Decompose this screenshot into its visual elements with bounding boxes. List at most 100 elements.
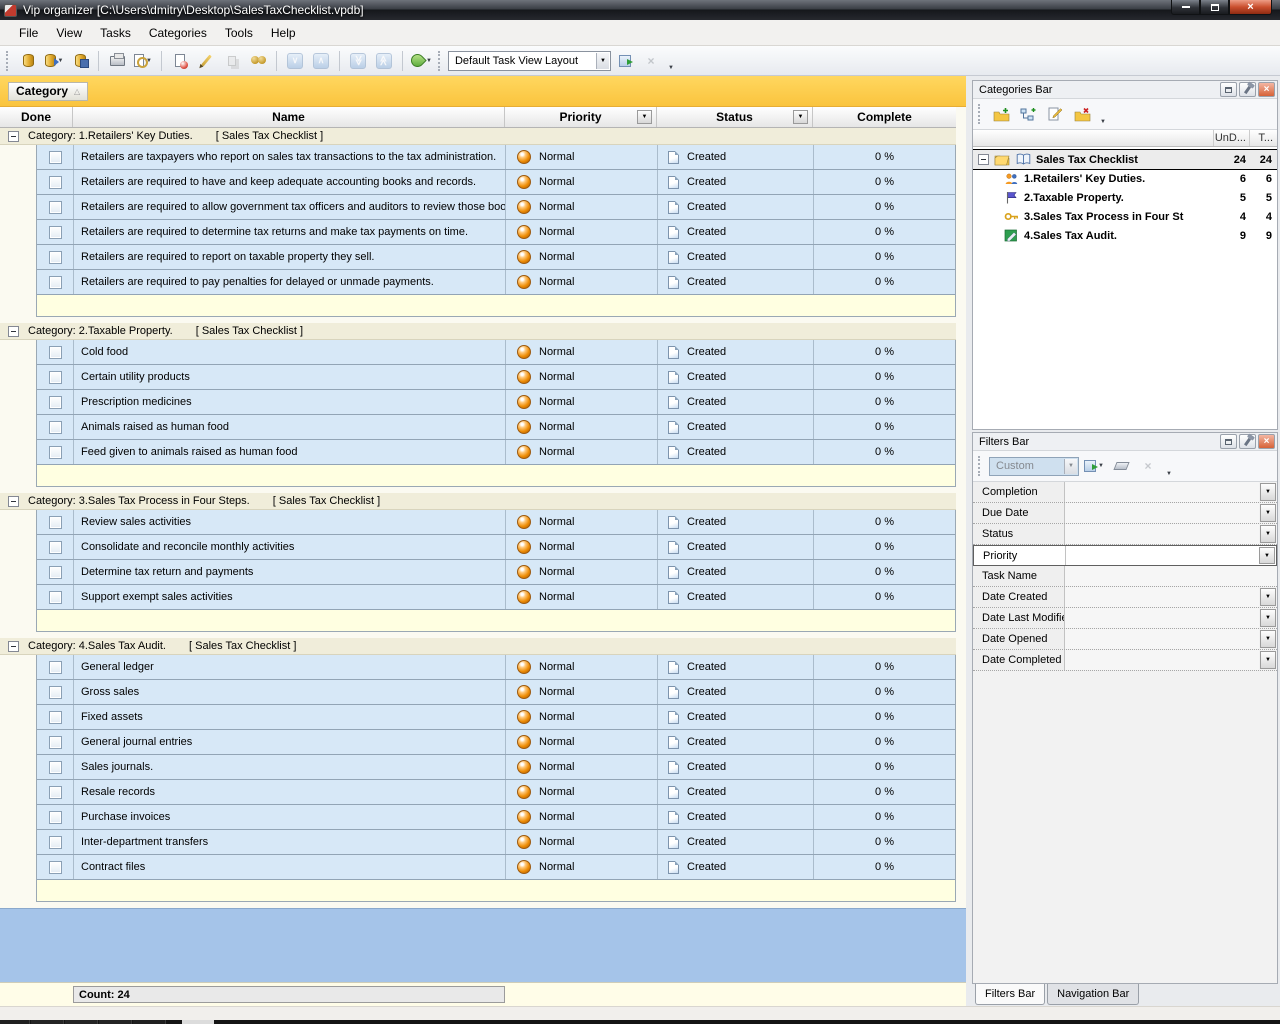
filters-toolbar-overflow-button[interactable]: ▼: [1166, 471, 1172, 481]
task-row[interactable]: Fixed assetsNormalCreated0 %: [37, 705, 955, 730]
column-header-priority[interactable]: Priority ▼: [505, 107, 657, 127]
filter-value-field[interactable]: [1066, 546, 1258, 565]
task-row[interactable]: Retailers are required to determine tax …: [37, 220, 955, 245]
menu-tools[interactable]: Tools: [216, 23, 262, 43]
go-to-button[interactable]: ▼: [409, 49, 434, 73]
close-panel-button[interactable]: ×: [1258, 82, 1275, 97]
category-group-header[interactable]: Category: 4.Sales Tax Audit.[ Sales Tax …: [0, 638, 956, 655]
category-tree-item[interactable]: 4.Sales Tax Audit.99: [973, 226, 1277, 245]
task-row[interactable]: Contract filesNormalCreated0 %: [37, 855, 955, 880]
task-checkbox[interactable]: [49, 761, 62, 774]
task-row[interactable]: Retailers are required to report on taxa…: [37, 245, 955, 270]
task-row[interactable]: Feed given to animals raised as human fo…: [37, 440, 955, 465]
toolbar-overflow-button[interactable]: ▼: [668, 65, 674, 75]
tree-column-undone[interactable]: UnD...: [1213, 130, 1249, 146]
save-database-button[interactable]: [68, 49, 92, 73]
apply-layout-button[interactable]: [613, 49, 637, 73]
task-row[interactable]: Cold foodNormalCreated0 %: [37, 340, 955, 365]
task-row[interactable]: Purchase invoicesNormalCreated0 %: [37, 805, 955, 830]
filter-row[interactable]: Priority▼: [973, 545, 1277, 566]
column-header-complete[interactable]: Complete: [813, 107, 956, 127]
filter-row[interactable]: Date Opened▼: [973, 629, 1277, 650]
taskbar-segment[interactable]: [99, 1020, 132, 1024]
filter-row[interactable]: Date Last Modifie▼: [973, 608, 1277, 629]
task-row[interactable]: Retailers are required to have and keep …: [37, 170, 955, 195]
column-header-done[interactable]: Done: [0, 107, 73, 127]
filter-dropdown-button[interactable]: ▼: [1259, 547, 1275, 564]
task-row[interactable]: Determine tax return and paymentsNormalC…: [37, 560, 955, 585]
move-to-top-button[interactable]: ≫: [372, 49, 396, 73]
task-checkbox[interactable]: [49, 566, 62, 579]
task-row[interactable]: Resale recordsNormalCreated0 %: [37, 780, 955, 805]
task-checkbox[interactable]: [49, 346, 62, 359]
status-header-filter-button[interactable]: ▼: [793, 110, 808, 124]
task-row[interactable]: Retailers are required to pay penalties …: [37, 270, 955, 295]
toolbar-grip[interactable]: [438, 51, 442, 71]
category-group-header[interactable]: Category: 2.Taxable Property.[ Sales Tax…: [0, 323, 956, 340]
undock-panel-button[interactable]: [1220, 82, 1237, 97]
menu-view[interactable]: View: [47, 23, 91, 43]
task-checkbox[interactable]: [49, 446, 62, 459]
clear-filter-button[interactable]: [1109, 454, 1133, 478]
filter-row[interactable]: Completion▼: [973, 482, 1277, 503]
filter-dropdown-button[interactable]: ▼: [1260, 609, 1276, 627]
categories-toolbar-overflow-button[interactable]: ▼: [1100, 119, 1106, 129]
task-row[interactable]: Certain utility productsNormalCreated0 %: [37, 365, 955, 390]
task-row[interactable]: Prescription medicinesNormalCreated0 %: [37, 390, 955, 415]
delete-filter-button[interactable]: ×: [1136, 454, 1160, 478]
task-checkbox[interactable]: [49, 591, 62, 604]
task-checkbox[interactable]: [49, 811, 62, 824]
layout-combo[interactable]: Default Task View Layout ▼: [448, 51, 611, 71]
filter-value-field[interactable]: [1065, 629, 1259, 649]
collapse-tree-icon[interactable]: [978, 154, 989, 165]
toolbar-grip[interactable]: [978, 104, 982, 124]
filter-dropdown-button[interactable]: ▼: [1260, 504, 1276, 522]
category-tree-item[interactable]: 3.Sales Tax Process in Four St44: [973, 207, 1277, 226]
filter-value-field[interactable]: [1065, 608, 1259, 628]
collapse-group-icon[interactable]: [8, 326, 19, 337]
task-checkbox[interactable]: [49, 201, 62, 214]
task-checkbox[interactable]: [49, 836, 62, 849]
filter-value-field[interactable]: [1065, 503, 1259, 523]
close-panel-button[interactable]: ×: [1258, 434, 1275, 449]
filter-row[interactable]: Date Completed▼: [973, 650, 1277, 671]
filter-row[interactable]: Due Date▼: [973, 503, 1277, 524]
collapse-group-icon[interactable]: [8, 131, 19, 142]
taskbar-segment[interactable]: [182, 1020, 214, 1024]
print-preview-button[interactable]: ▼: [131, 49, 155, 73]
task-checkbox[interactable]: [49, 396, 62, 409]
task-checkbox[interactable]: [49, 661, 62, 674]
taskbar-segment[interactable]: [65, 1020, 98, 1024]
title-bar[interactable]: Vip organizer [C:\Users\dmitry\Desktop\S…: [0, 0, 1280, 20]
category-tree-item[interactable]: 2.Taxable Property.55: [973, 188, 1277, 207]
filter-value-field[interactable]: [1065, 587, 1259, 607]
filter-dropdown-button[interactable]: ▼: [1260, 651, 1276, 669]
task-row[interactable]: Support exempt sales activitiesNormalCre…: [37, 585, 955, 610]
category-group-header[interactable]: Category: 1.Retailers' Key Duties.[ Sale…: [0, 128, 956, 145]
task-checkbox[interactable]: [49, 541, 62, 554]
menu-categories[interactable]: Categories: [140, 23, 216, 43]
menu-tasks[interactable]: Tasks: [91, 23, 140, 43]
move-to-bottom-button[interactable]: ≫: [346, 49, 370, 73]
menu-help[interactable]: Help: [262, 23, 305, 43]
priority-header-filter-button[interactable]: ▼: [637, 110, 652, 124]
filter-row[interactable]: Status▼: [973, 524, 1277, 545]
column-header-status[interactable]: Status ▼: [657, 107, 813, 127]
task-row[interactable]: Inter-department transfersNormalCreated0…: [37, 830, 955, 855]
new-task-button[interactable]: [168, 49, 192, 73]
delete-layout-button[interactable]: ×: [639, 49, 663, 73]
category-group-header[interactable]: Category: 3.Sales Tax Process in Four St…: [0, 493, 956, 510]
move-up-button[interactable]: ∧: [309, 49, 333, 73]
new-subcategory-button[interactable]: [1016, 102, 1040, 126]
task-checkbox[interactable]: [49, 421, 62, 434]
toolbar-grip[interactable]: [978, 456, 982, 476]
close-button[interactable]: ×: [1229, 0, 1272, 15]
task-row[interactable]: Review sales activitiesNormalCreated0 %: [37, 510, 955, 535]
duplicate-task-button[interactable]: [220, 49, 244, 73]
task-checkbox[interactable]: [49, 686, 62, 699]
delete-category-button[interactable]: [1070, 102, 1094, 126]
edit-category-button[interactable]: [1043, 102, 1067, 126]
move-down-button[interactable]: ∨: [283, 49, 307, 73]
task-checkbox[interactable]: [49, 711, 62, 724]
filter-value-field[interactable]: [1065, 524, 1259, 544]
